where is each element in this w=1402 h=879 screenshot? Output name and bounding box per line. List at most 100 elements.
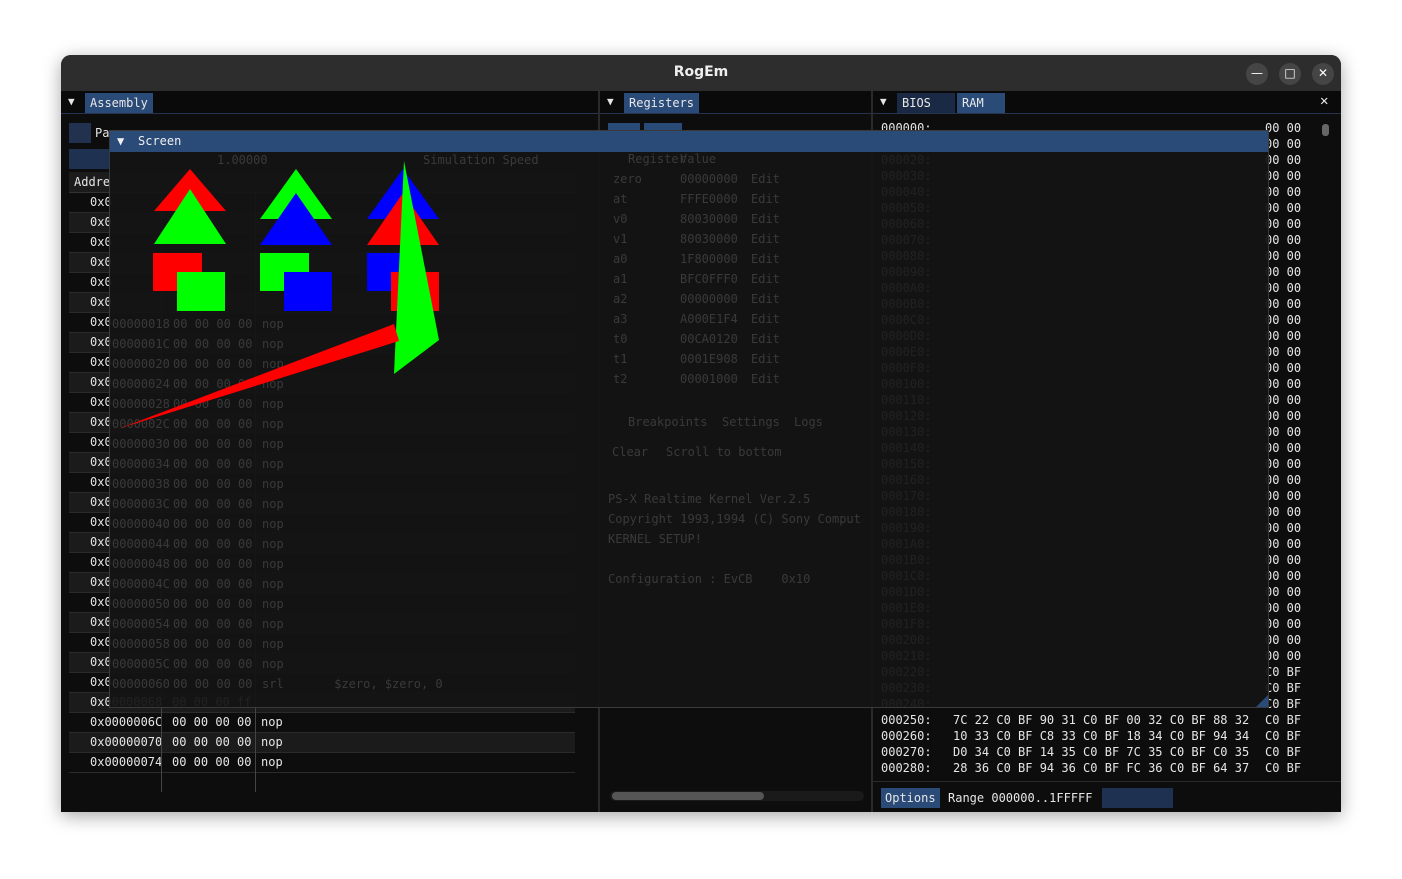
range-label: Range 000000..1FFFFF (948, 791, 1093, 805)
memory-bytes: 7C 22 C0 BF 90 31 C0 BF 00 32 C0 BF 88 3… (953, 713, 1250, 727)
cell-instr: nop (261, 735, 283, 749)
window-title: RogEm (673, 64, 729, 80)
memory-bytes-tail: 00 00 (1265, 505, 1302, 519)
table-row[interactable]: 0x00000070 00 00 00 00 nop (69, 733, 575, 753)
memory-bytes: 10 33 C0 BF C8 33 C0 BF 18 34 C0 BF 94 3… (953, 729, 1250, 743)
memory-bytes-tail: C0 BF (1265, 713, 1302, 727)
memory-bytes-tail: 00 00 (1265, 169, 1302, 183)
assembly-tabbar: ▼ Assembly (61, 91, 598, 114)
collapse-icon[interactable]: ▼ (880, 95, 887, 108)
memory-bytes-tail: 00 00 (1265, 185, 1302, 199)
memory-bytes-tail: 00 00 (1265, 441, 1302, 455)
tab-registers[interactable]: Registers (624, 93, 700, 113)
cell-addr: 0x0000006C (90, 715, 163, 729)
memory-bytes-tail: C0 BF (1265, 681, 1302, 695)
memory-bytes: 28 36 C0 BF 94 36 C0 BF FC 36 C0 BF 64 3… (953, 761, 1250, 775)
memory-row[interactable]: 000280: 28 36 C0 BF 94 36 C0 BF FC 36 C0 … (881, 761, 1301, 775)
memory-bytes-tail: C0 BF (1265, 761, 1302, 775)
memory-address: 000280: (881, 761, 932, 775)
tab-assembly[interactable]: Assembly (85, 93, 153, 113)
options-button[interactable]: Options (881, 788, 940, 808)
pause-label: Pa (95, 126, 110, 140)
memory-bytes-tail: 00 00 (1265, 377, 1302, 391)
header-address: Addre (74, 175, 111, 189)
horizontal-scrollbar[interactable] (610, 791, 864, 801)
memory-bytes-tail: 00 00 (1265, 281, 1302, 295)
memory-bytes-tail: 00 00 (1265, 569, 1302, 583)
memory-bytes-tail: 00 00 (1265, 201, 1302, 215)
memory-footer: Options Range 000000..1FFFFF (873, 781, 1341, 812)
memory-bytes-tail: 00 00 (1265, 361, 1302, 375)
memory-bytes-tail: 00 00 (1265, 537, 1302, 551)
memory-scrollbar-thumb[interactable] (1322, 124, 1329, 136)
table-row[interactable]: 0x00000074 00 00 00 00 nop (69, 753, 575, 773)
collapse-icon[interactable]: ▼ (607, 95, 614, 108)
close-tab-icon[interactable]: ✕ (1320, 93, 1328, 109)
memory-address: 000260: (881, 729, 932, 743)
gpu-render-canvas (118, 161, 439, 429)
memory-bytes-tail: 00 00 (1265, 633, 1302, 647)
memory-bytes-tail: 00 00 (1265, 585, 1302, 599)
blue-square (284, 272, 332, 311)
scrollbar-thumb[interactable] (612, 792, 764, 800)
minimize-icon: — (1251, 66, 1263, 80)
memory-bytes-tail: 00 00 (1265, 233, 1302, 247)
screen-window[interactable]: ▼ Screen 1.00000 Simulation Speed 000000… (109, 130, 1269, 708)
close-button[interactable]: ✕ (1312, 63, 1334, 85)
cell-addr: 0x00000070 (90, 735, 163, 749)
memory-bytes-tail: 00 00 (1265, 153, 1302, 167)
memory-bytes-tail: 00 00 (1265, 409, 1302, 423)
memory-bytes-tail: 00 00 (1265, 345, 1302, 359)
memory-bytes-tail: C0 BF (1265, 665, 1302, 679)
memory-row[interactable]: 000260: 10 33 C0 BF C8 33 C0 BF 18 34 C0 … (881, 729, 1301, 743)
range-input[interactable] (1102, 788, 1173, 808)
memory-bytes-tail: 00 00 (1265, 217, 1302, 231)
memory-bytes: D0 34 C0 BF 14 35 C0 BF 7C 35 C0 BF C0 3… (953, 745, 1250, 759)
memory-bytes-tail: C0 BF (1265, 697, 1302, 711)
memory-bytes-tail: 00 00 (1265, 425, 1302, 439)
maximize-button[interactable]: □ (1279, 63, 1301, 85)
memory-bytes-tail: 00 00 (1265, 313, 1302, 327)
table-row[interactable]: 0x0000006C 00 00 00 00 nop (69, 713, 575, 733)
tab-bios[interactable]: BIOS (897, 93, 955, 113)
cell-instr: nop (261, 715, 283, 729)
memory-bytes-tail: 00 00 (1265, 393, 1302, 407)
cell-bytes: 00 00 00 00 (172, 715, 252, 729)
memory-bytes-tail: 00 00 (1265, 489, 1302, 503)
cell-instr: nop (261, 755, 283, 769)
pause-checkbox[interactable] (69, 123, 91, 143)
tab-ram[interactable]: RAM (957, 93, 1005, 113)
memory-bytes-tail: 00 00 (1265, 297, 1302, 311)
title-bar[interactable]: RogEm — □ ✕ (61, 55, 1341, 91)
green-triangle (154, 189, 226, 244)
memory-bytes-tail: 00 00 (1265, 521, 1302, 535)
close-icon: ✕ (1317, 66, 1329, 80)
memory-bytes-tail: 00 00 (1265, 265, 1302, 279)
collapse-icon[interactable]: ▼ (68, 95, 75, 108)
memory-bytes-tail: 00 00 (1265, 601, 1302, 615)
memory-row[interactable]: 000250: 7C 22 C0 BF 90 31 C0 BF 00 32 C0 … (881, 713, 1301, 727)
memory-row[interactable]: 000270: D0 34 C0 BF 14 35 C0 BF 7C 35 C0 … (881, 745, 1301, 759)
maximize-icon: □ (1284, 66, 1296, 80)
minimize-button[interactable]: — (1246, 63, 1268, 85)
memory-bytes-tail: 00 00 (1265, 121, 1302, 135)
memory-bytes-tail: 00 00 (1265, 137, 1302, 151)
red-spike-triangle (118, 324, 399, 429)
memory-bytes-tail: 00 00 (1265, 617, 1302, 631)
memory-bytes-tail: 00 00 (1265, 249, 1302, 263)
memory-bytes-tail: 00 00 (1265, 649, 1302, 663)
goto-button[interactable] (69, 149, 109, 169)
resize-grip[interactable] (1256, 695, 1268, 707)
memory-bytes-tail: 00 00 (1265, 473, 1302, 487)
memory-bytes-tail: C0 BF (1265, 745, 1302, 759)
memory-bytes-tail: C0 BF (1265, 729, 1302, 743)
memory-address: 000270: (881, 745, 932, 759)
memory-address: 000250: (881, 713, 932, 727)
registers-tabbar: ▼ Registers (600, 91, 871, 114)
cell-bytes: 00 00 00 00 (172, 735, 252, 749)
memory-bytes-tail: 00 00 (1265, 553, 1302, 567)
memory-bytes-tail: 00 00 (1265, 457, 1302, 471)
memory-bytes-tail: 00 00 (1265, 329, 1302, 343)
cell-bytes: 00 00 00 00 (172, 755, 252, 769)
cell-addr: 0x00000074 (90, 755, 163, 769)
